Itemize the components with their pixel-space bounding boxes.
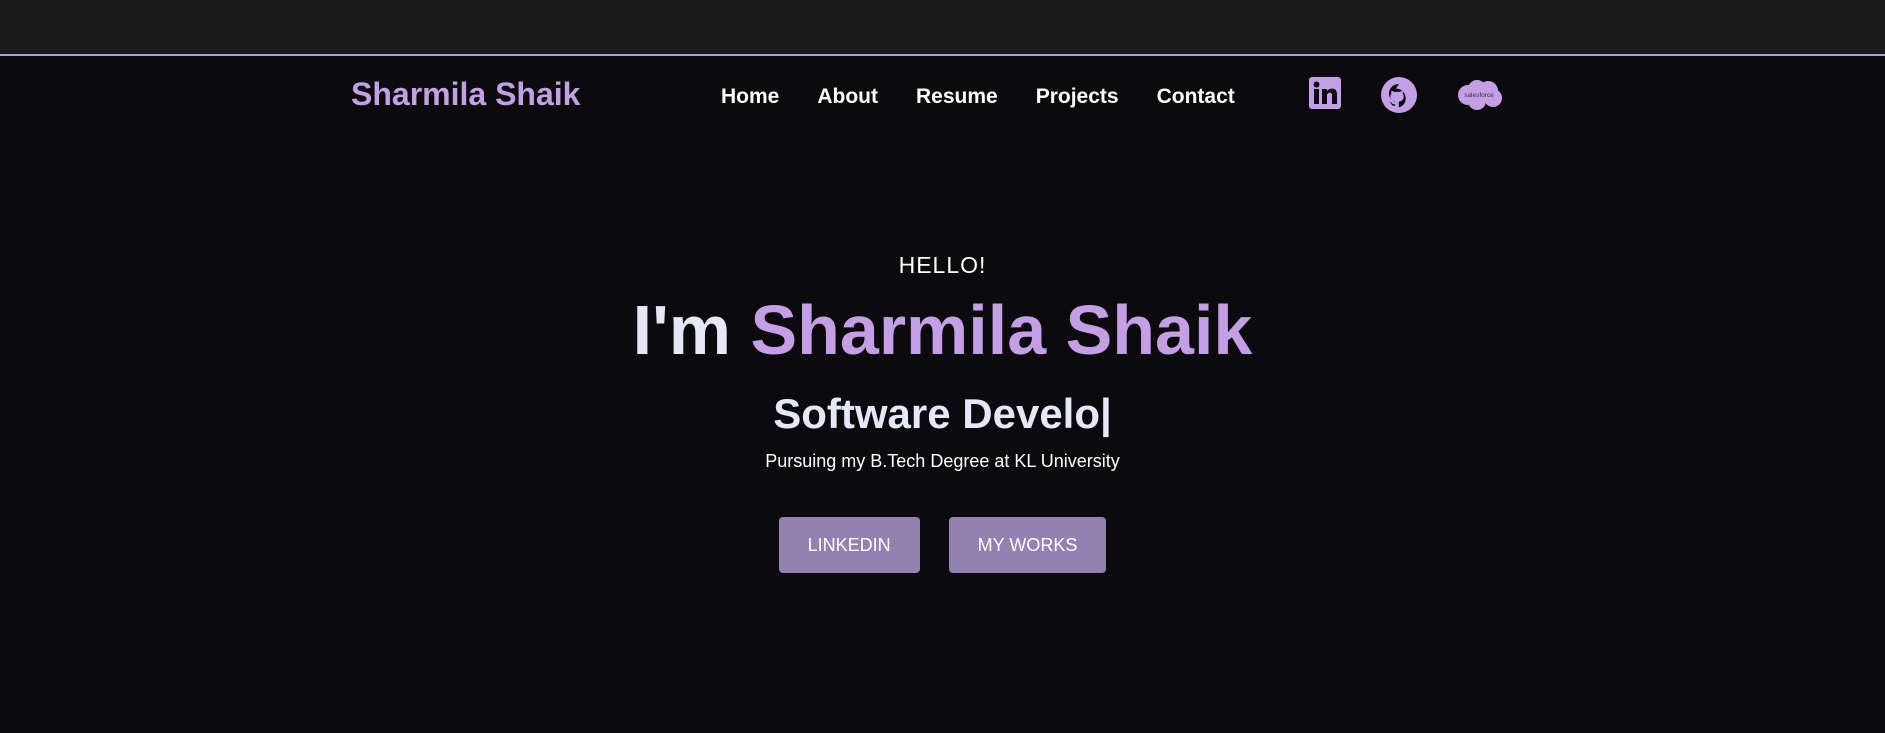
salesforce-icon[interactable]: salesforce: [1455, 78, 1503, 112]
nav-links: Home About Resume Projects Contact: [721, 85, 1273, 109]
linkedin-icon[interactable]: [1308, 76, 1342, 110]
hero-section: HELLO! I'm Sharmila Shaik Software Devel…: [0, 250, 1885, 472]
navbar: Sharmila Shaik Home About Resume Project…: [0, 56, 1885, 136]
nav-link-contact[interactable]: Contact: [1157, 85, 1235, 109]
nav-link-projects[interactable]: Projects: [1036, 85, 1119, 109]
browser-top-bar: [0, 0, 1885, 56]
hero-headline: I'm Sharmila Shaik: [0, 292, 1885, 368]
nav-link-about[interactable]: About: [817, 85, 878, 109]
hero-subtitle: Pursuing my B.Tech Degree at KL Universi…: [765, 451, 1120, 471]
typed-role-text: Software Develo|: [773, 390, 1112, 437]
nav-link-home[interactable]: Home: [721, 85, 779, 109]
salesforce-logo-text: salesforce: [1464, 92, 1494, 99]
my-works-button[interactable]: MY WORKS: [948, 517, 1107, 573]
headline-prefix: I'm: [632, 291, 751, 369]
nav-link-resume[interactable]: Resume: [916, 85, 998, 109]
brand-logo-link[interactable]: Sharmila Shaik: [351, 76, 580, 113]
headline-name: Sharmila Shaik: [750, 291, 1253, 369]
hero-greeting: HELLO!: [898, 252, 987, 278]
hero-buttons: LINKEDIN MY WORKS: [0, 517, 1885, 573]
linkedin-button[interactable]: LINKEDIN: [778, 517, 920, 573]
github-icon[interactable]: [1380, 76, 1418, 114]
